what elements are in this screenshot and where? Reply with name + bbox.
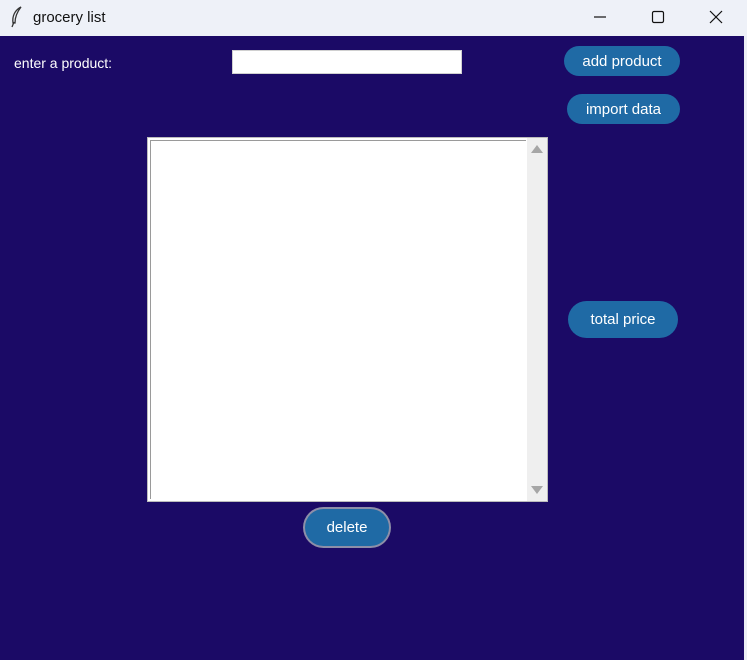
vertical-scrollbar[interactable] [527, 138, 547, 501]
title-bar: grocery list [0, 0, 747, 36]
delete-button[interactable]: delete [305, 509, 389, 546]
import-data-button[interactable]: import data [567, 94, 680, 124]
product-input[interactable] [232, 50, 462, 74]
scroll-up-icon[interactable] [531, 145, 543, 153]
total-price-button[interactable]: total price [568, 301, 678, 338]
window-title: grocery list [33, 9, 106, 26]
product-label: enter a product: [14, 55, 113, 71]
maximize-button[interactable] [629, 0, 687, 34]
minimize-icon [594, 16, 606, 18]
feather-icon [9, 6, 25, 28]
maximize-icon [651, 10, 665, 24]
list-area[interactable] [150, 140, 526, 499]
app-window: grocery list enter a product: add produc… [0, 0, 747, 660]
close-icon [709, 10, 723, 24]
grocery-listbox[interactable] [147, 137, 548, 502]
close-button[interactable] [687, 0, 745, 34]
minimize-button[interactable] [571, 0, 629, 34]
scroll-down-icon[interactable] [531, 486, 543, 494]
add-product-button[interactable]: add product [564, 46, 680, 76]
